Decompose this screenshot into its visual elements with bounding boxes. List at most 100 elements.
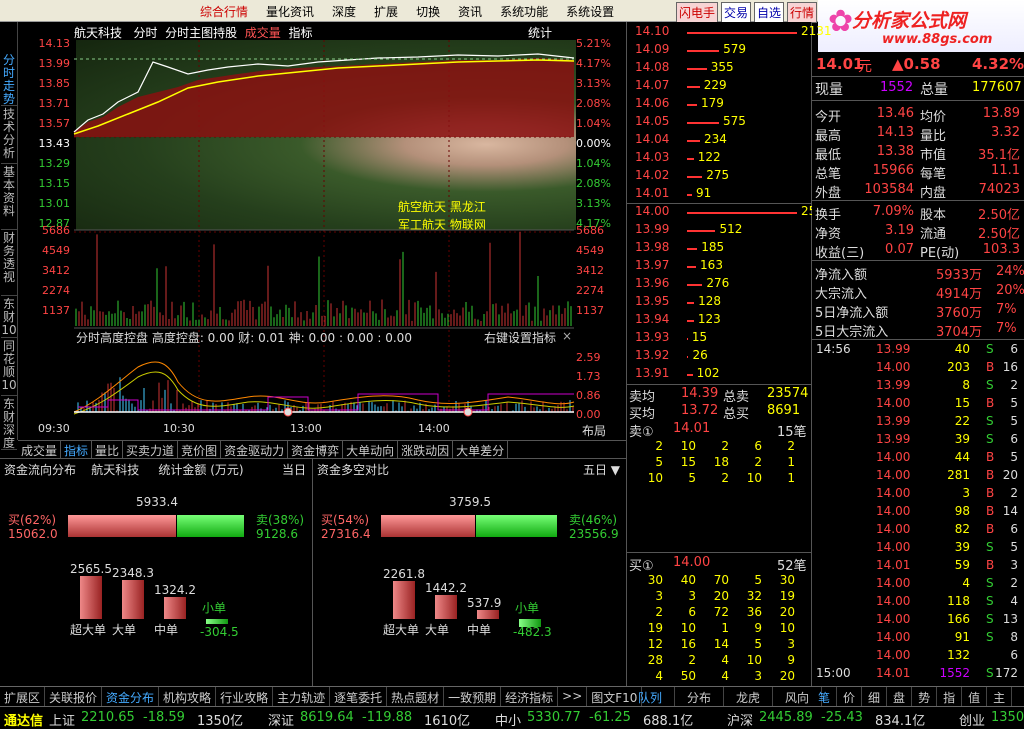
top-button-3[interactable]: 行情 [787, 2, 818, 23]
ask-row[interactable]: 14.03 122 [633, 150, 809, 168]
bid-row[interactable]: 13.96 276 [633, 276, 809, 294]
index-item: 2210.65 [81, 710, 135, 725]
queue-cell: 1 [721, 621, 729, 635]
bottom-tab-4[interactable]: 行业攻略 [216, 687, 274, 706]
quote-row: 换手 7.09% 股本 2.50亿 [814, 204, 1022, 223]
left-tab-0[interactable]: 分时走势 [1, 54, 17, 106]
bottom-tab-6[interactable]: 逐笔委托 [330, 687, 388, 706]
ask-row[interactable]: 14.06 179 [633, 96, 809, 114]
fund-buy-pct: 买(62%) [8, 513, 57, 527]
tick-row: 14.00 98 B 14 [814, 504, 1022, 522]
bottom-tab-9[interactable]: 经济指标 [501, 687, 559, 706]
bottom-tab-7[interactable]: 热点题材 [387, 687, 445, 706]
quote-tab-0[interactable]: 笔 [812, 687, 838, 708]
chart-tab-9[interactable]: 大单差分 [453, 441, 509, 458]
quote-tab-6[interactable]: 值 [962, 687, 988, 708]
ask-row[interactable]: 14.04 234 [633, 132, 809, 150]
bid-row[interactable]: 13.94 123 [633, 312, 809, 330]
ask-volume: 575 [722, 114, 746, 128]
top-button-2[interactable]: 自选 [754, 2, 785, 23]
queue-cell: 36 [746, 605, 762, 619]
quote-value: 0.07 [885, 242, 914, 257]
intraday-chart[interactable]: 航天科技 分时 分时主图持股 成交量 指标 统计 航空航天 黑龙江 军工航天 物… [18, 22, 626, 440]
bottom-tab-5[interactable]: 主力轨迹 [273, 687, 331, 706]
tick-side: B [986, 468, 995, 482]
chart-tab-5[interactable]: 资金驱动力 [221, 441, 289, 458]
left-tab-5[interactable]: 同花顺10 [1, 340, 17, 396]
bottom-tab-0[interactable]: 扩展区 [0, 687, 46, 706]
quote-label: 市值 [920, 148, 947, 163]
fund-left-period[interactable]: 当日 [282, 461, 306, 478]
quote-tab-3[interactable]: 盘 [887, 687, 913, 708]
fund-sell-bar [177, 515, 244, 537]
menu-item-6[interactable]: 系统功能 [500, 3, 548, 20]
queue-cell: 18 [713, 455, 729, 469]
bid-row[interactable]: 13.98 185 [633, 240, 809, 258]
bid-row[interactable]: 13.92 26 [633, 348, 809, 366]
menu-item-3[interactable]: 扩展 [374, 3, 398, 20]
left-tab-3[interactable]: 财务透视 [1, 232, 17, 296]
tick-row: 14.00 4 S 2 [814, 576, 1022, 594]
ask-row[interactable]: 14.05 575 [633, 114, 809, 132]
chart-tab-3[interactable]: 买卖力道 [123, 441, 179, 458]
ask-row[interactable]: 14.02 275 [633, 168, 809, 186]
bid-row[interactable]: 13.95 128 [633, 294, 809, 312]
tick-count: 16 [1002, 360, 1018, 374]
bid-row[interactable]: 13.91 102 [633, 366, 809, 384]
quote-tab-4[interactable]: 势 [912, 687, 938, 708]
indicator-settings[interactable]: 右键设置指标 [484, 329, 556, 346]
bid-row[interactable]: 13.99 512 [633, 222, 809, 240]
ask-row[interactable]: 14.08 355 [633, 60, 809, 78]
chart-tab-7[interactable]: 大单动向 [343, 441, 399, 458]
chart-tab-2[interactable]: 量比 [92, 441, 124, 458]
quote-tab-7[interactable]: 主 [987, 687, 1013, 708]
bid-row[interactable]: 13.93 15 [633, 330, 809, 348]
menu-item-2[interactable]: 深度 [332, 3, 356, 20]
left-tab-6[interactable]: 东财深度 [1, 398, 17, 450]
app-logo[interactable]: 通达信 [4, 710, 43, 729]
bottom-tab-1[interactable]: 关联报价 [45, 687, 103, 706]
bottom-tab-3[interactable]: 机构攻略 [159, 687, 217, 706]
bid-row[interactable]: 14.002509 [633, 204, 832, 222]
top-button-1[interactable]: 交易 [721, 2, 752, 23]
chart-tab-4[interactable]: 竞价图 [178, 441, 222, 458]
tick-price: 13.99 [876, 378, 911, 392]
bid-row[interactable]: 13.97 163 [633, 258, 809, 276]
bottom-tab-8[interactable]: 一致预期 [444, 687, 502, 706]
chart-tab-1[interactable]: 指标 [61, 441, 93, 458]
tick-side: S [986, 342, 994, 356]
chart-tab-0[interactable]: 成交量 [18, 441, 62, 458]
menu-item-1[interactable]: 量化资讯 [266, 3, 314, 20]
ask-row[interactable]: 14.07 229 [633, 78, 809, 96]
left-tab-1[interactable]: 技术分析 [1, 108, 17, 164]
layout-button[interactable]: 布局 [582, 422, 606, 439]
queue-cell: 2 [754, 455, 762, 469]
ask-row[interactable]: 14.09 579 [633, 42, 809, 60]
tick-price: 13.99 [876, 342, 911, 356]
left-tab-2[interactable]: 基本资料 [1, 166, 17, 230]
menu-item-5[interactable]: 资讯 [458, 3, 482, 20]
chart-tab-6[interactable]: 资金博弈 [288, 441, 344, 458]
quote-tab-5[interactable]: 指 [937, 687, 963, 708]
queue-cell: 5 [754, 573, 762, 587]
index-item: -61.25 [589, 710, 631, 725]
menu-item-0[interactable]: 综合行情 [200, 3, 248, 20]
ask-row[interactable]: 14.10 2131 [633, 24, 832, 42]
menu-item-7[interactable]: 系统设置 [566, 3, 614, 20]
bottom-tab-10[interactable]: >> [558, 687, 588, 706]
ob-tab-2[interactable]: 龙虎 [724, 687, 774, 708]
ask-row[interactable]: 14.01 91 [633, 186, 809, 204]
ob-tab-0[interactable]: 队列 [626, 687, 676, 708]
quote-tab-2[interactable]: 细 [862, 687, 888, 708]
menu-item-4[interactable]: 切换 [416, 3, 440, 20]
tick-row: 14.00 3 B 2 [814, 486, 1022, 504]
quote-tab-1[interactable]: 价 [837, 687, 863, 708]
close-icon[interactable]: × [562, 329, 572, 343]
tick-side: B [986, 450, 995, 464]
queue-cell: 2 [721, 439, 729, 453]
top-button-0[interactable]: 闪电手 [676, 2, 719, 23]
left-tab-4[interactable]: 东财10 [1, 298, 17, 338]
chart-tab-8[interactable]: 涨跌动因 [398, 441, 454, 458]
bottom-tab-2[interactable]: 资金分布 [102, 687, 160, 706]
ob-tab-1[interactable]: 分布 [675, 687, 725, 708]
